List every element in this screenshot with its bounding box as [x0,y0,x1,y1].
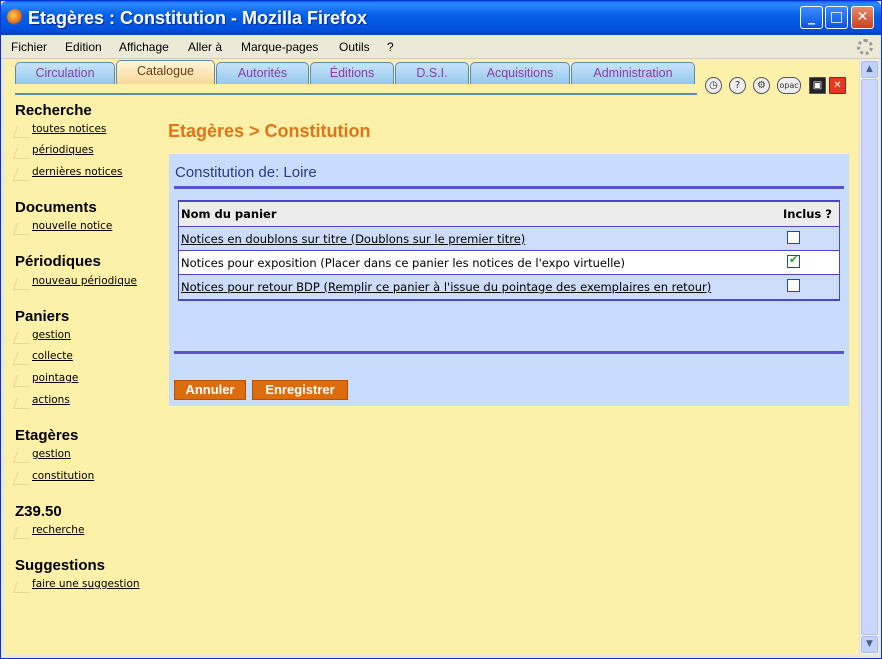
tab-dsi[interactable]: D.S.I. [395,62,469,84]
sidebar-link-dernieres-notices[interactable]: dernières notices [32,166,122,178]
sidebar-section-suggestions: Suggestions [15,557,106,574]
basket-link[interactable]: Notices en doublons sur titre (Doublons … [181,232,525,246]
tab-editions[interactable]: Éditions [310,62,394,84]
column-header-name: Nom du panier [181,207,277,221]
help-icon[interactable]: ? [729,77,746,94]
book-icon [12,332,34,344]
sidebar-link-periodiques[interactable]: périodiques [32,144,94,156]
cancel-button[interactable]: Annuler [174,380,246,400]
book-icon [12,126,34,138]
basket-table: Nom du panier Inclus ? Notices en doublo… [178,200,840,301]
sidebar-link-nouveau-periodique[interactable]: nouveau périodique [32,275,137,287]
maximize-button[interactable]: □ [825,6,848,29]
book-icon [12,397,34,409]
constitution-panel: Constitution de: Loire Nom du panier Inc… [169,154,849,406]
page-title: Etagères > Constitution [168,121,371,141]
save-icon[interactable]: ▣ [809,77,826,94]
tab-circulation[interactable]: Circulation [15,62,115,84]
table-header-row: Nom du panier Inclus ? [179,202,839,227]
book-icon [12,169,34,181]
sidebar-link-z3950-recherche[interactable]: recherche [32,524,84,536]
sidebar-section-etageres: Etagères [15,427,79,444]
book-icon [12,278,34,290]
menu-affichage[interactable]: Affichage [119,40,169,54]
settings-icon[interactable]: ⚙ [753,77,770,94]
included-checkbox[interactable] [787,253,800,268]
tab-underline [15,93,697,95]
book-icon [12,527,34,539]
sidebar-link-actions[interactable]: actions [32,394,70,406]
sidebar-section-documents: Documents [15,199,97,216]
vertical-scrollbar[interactable]: ▲ ▼ [859,60,878,654]
book-icon [12,451,34,463]
book-icon [12,147,34,159]
tab-administration[interactable]: Administration [571,62,695,84]
browser-window: Etagères : Constitution - Mozilla Firefo… [0,0,882,659]
menu-help[interactable]: ? [387,40,394,54]
scroll-up-icon[interactable]: ▲ [861,61,878,78]
minimize-button[interactable]: _ [800,6,823,29]
book-icon [12,223,34,235]
column-header-included: Inclus ? [783,207,832,221]
sidebar-section-periodiques: Périodiques [15,253,101,270]
panel-title: Constitution de: Loire [175,164,317,181]
throbber-icon [857,39,873,55]
table-row: Notices en doublons sur titre (Doublons … [179,227,839,251]
menu-aller[interactable]: Aller à [188,40,222,54]
sidebar-link-paniers-gestion[interactable]: gestion [32,329,71,341]
sidebar-section-z3950: Z39.50 [15,503,62,520]
sidebar-section-paniers: Paniers [15,308,70,325]
divider [174,351,844,354]
book-icon [12,375,34,387]
page-content: Circulation Catalogue Autorités Éditions… [5,60,859,654]
divider [174,186,844,189]
included-checkbox[interactable] [787,231,800,244]
book-icon [12,581,34,593]
sidebar-link-collecte[interactable]: collecte [32,350,73,362]
book-icon [12,353,34,365]
firefox-icon [7,9,23,25]
window-title: Etagères : Constitution - Mozilla Firefo… [28,8,368,28]
clock-icon[interactable]: ◷ [705,77,722,94]
table-row: Notices pour exposition (Placer dans ce … [179,251,839,275]
menu-fichier[interactable]: Fichier [11,40,47,54]
sidebar-section-recherche: Recherche [15,102,92,119]
sidebar-link-faire-suggestion[interactable]: faire une suggestion [32,578,140,590]
save-button[interactable]: Enregistrer [252,380,348,400]
title-bar[interactable]: Etagères : Constitution - Mozilla Firefo… [1,1,881,35]
book-icon [12,473,34,485]
sidebar-link-constitution[interactable]: constitution [32,470,94,482]
tab-acquisitions[interactable]: Acquisitions [470,62,570,84]
tab-autorites[interactable]: Autorités [216,62,309,84]
scroll-down-icon[interactable]: ▼ [861,636,878,653]
sidebar-link-toutes-notices[interactable]: toutes notices [32,123,106,135]
menu-outils[interactable]: Outils [339,40,370,54]
sidebar-link-etageres-gestion[interactable]: gestion [32,448,71,460]
menu-marque-pages[interactable]: Marque-pages [241,40,318,54]
tab-catalogue[interactable]: Catalogue [116,60,215,84]
scroll-thumb[interactable] [861,79,878,635]
sidebar-link-nouvelle-notice[interactable]: nouvelle notice [32,220,112,232]
sidebar-link-pointage[interactable]: pointage [32,372,78,384]
close-button[interactable]: ✕ [851,6,874,29]
table-row: Notices pour retour BDP (Remplir ce pani… [179,275,839,299]
close-icon[interactable]: ✕ [829,77,846,94]
basket-link[interactable]: Notices pour exposition (Placer dans ce … [181,256,625,270]
included-checkbox[interactable] [787,279,800,292]
menu-bar: Fichier Edition Affichage Aller à Marque… [1,35,881,59]
opac-icon[interactable]: opac [777,77,801,94]
menu-edition[interactable]: Edition [65,40,102,54]
basket-link[interactable]: Notices pour retour BDP (Remplir ce pani… [181,280,711,294]
